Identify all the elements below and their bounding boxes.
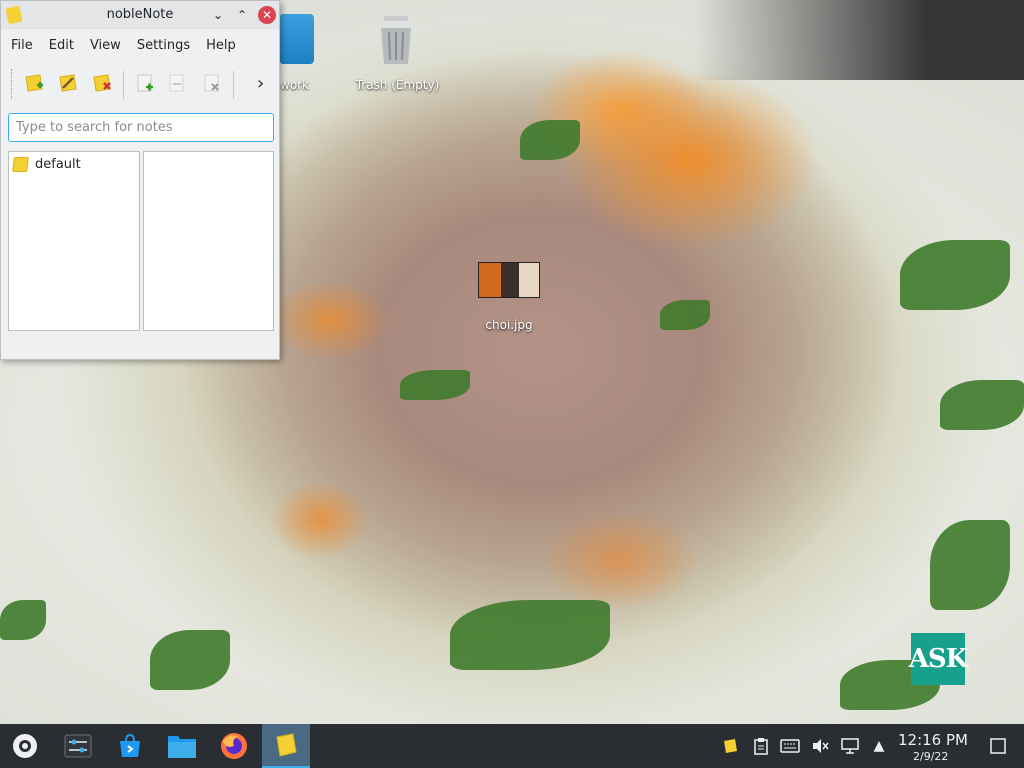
firefox-icon xyxy=(221,733,247,759)
clipboard-icon[interactable] xyxy=(751,736,771,756)
wallpaper-herb xyxy=(450,600,610,670)
wallpaper-herb xyxy=(940,380,1024,430)
trash-label[interactable]: Trash (Empty) xyxy=(350,78,445,92)
wallpaper-herb xyxy=(900,240,1010,310)
menu-edit[interactable]: Edit xyxy=(41,38,82,53)
noblenote-icon xyxy=(276,733,297,757)
menu-help[interactable]: Help xyxy=(198,38,244,53)
new-folder-button[interactable] xyxy=(22,71,46,95)
delete-note-button[interactable] xyxy=(200,71,224,95)
wallpaper-herb xyxy=(400,370,470,400)
rename-folder-icon xyxy=(59,74,77,92)
close-button[interactable]: ✕ xyxy=(258,6,276,24)
noblenote-tray-icon[interactable] xyxy=(720,736,740,756)
image-thumbnail-icon[interactable] xyxy=(478,262,540,298)
search-input[interactable]: Type to search for notes xyxy=(8,113,274,142)
minimize-button[interactable]: ⌄ xyxy=(209,6,227,24)
menu-bar: File Edit View Settings Help xyxy=(1,29,279,61)
wallpaper-herb xyxy=(520,120,580,160)
system-settings-icon xyxy=(64,734,92,758)
discover-store-button[interactable] xyxy=(112,728,148,764)
tray-expand-icon[interactable]: ▲ xyxy=(869,736,889,756)
menu-settings[interactable]: Settings xyxy=(129,38,198,53)
wallpaper-herb xyxy=(660,300,710,330)
work-folder-label[interactable]: work xyxy=(280,78,309,92)
toolbar-handle[interactable] xyxy=(11,69,13,99)
more-chevron-icon[interactable]: › xyxy=(257,73,264,94)
new-folder-icon xyxy=(25,74,43,92)
application-launcher-button[interactable] xyxy=(7,728,43,764)
keyboard-icon[interactable] xyxy=(780,736,800,756)
rename-note-button[interactable] xyxy=(165,71,189,95)
folder-icon xyxy=(12,157,29,172)
wallpaper-herb xyxy=(150,630,230,690)
menu-file[interactable]: File xyxy=(3,38,41,53)
menu-view[interactable]: View xyxy=(82,38,129,53)
chevron-up-icon: ⌃ xyxy=(236,8,248,22)
work-folder-icon[interactable] xyxy=(280,14,314,64)
noblenote-window: nobleNote ⌄ ⌃ ✕ File Edit View Settings … xyxy=(0,0,280,360)
volume-muted-icon[interactable] xyxy=(810,736,830,756)
folder-label: default xyxy=(35,157,81,172)
folder-list[interactable]: default xyxy=(8,151,140,331)
folder-item-default[interactable]: default xyxy=(9,152,139,177)
file-manager-icon xyxy=(168,736,196,758)
show-desktop-icon[interactable] xyxy=(988,736,1008,756)
taskbar: ▲ 12:16 PM 2/9/22 xyxy=(0,724,1024,768)
firefox-button[interactable] xyxy=(216,728,252,764)
image-file-label[interactable]: choi.jpg xyxy=(480,318,538,332)
trash-icon[interactable] xyxy=(372,12,420,68)
file-manager-button[interactable] xyxy=(164,728,200,764)
chevron-down-icon: ⌄ xyxy=(212,8,224,22)
new-note-icon xyxy=(137,74,153,92)
new-note-button[interactable] xyxy=(133,71,157,95)
title-bar[interactable]: nobleNote ⌄ ⌃ ✕ xyxy=(1,1,279,29)
network-icon[interactable] xyxy=(840,736,860,756)
rename-folder-button[interactable] xyxy=(56,71,80,95)
watermark-logo: ASK xyxy=(909,633,968,685)
wallpaper-shadow xyxy=(694,0,1024,80)
delete-folder-button[interactable] xyxy=(90,71,114,95)
discover-store-icon xyxy=(120,733,140,757)
maximize-button[interactable]: ⌃ xyxy=(233,6,251,24)
wallpaper-herb xyxy=(0,600,46,640)
delete-folder-icon xyxy=(93,74,111,92)
note-list[interactable] xyxy=(143,151,274,331)
clock-date[interactable]: 2/9/22 xyxy=(913,750,948,763)
clock-time[interactable]: 12:16 PM xyxy=(898,731,968,749)
wallpaper-herb xyxy=(930,520,1010,610)
system-settings-button[interactable] xyxy=(60,728,96,764)
toolbar-separator xyxy=(233,71,234,99)
noblenote-task-button[interactable] xyxy=(262,724,310,768)
toolbar: › xyxy=(1,61,279,105)
rename-note-icon xyxy=(169,74,184,92)
toolbar-separator xyxy=(123,71,124,99)
application-launcher-icon xyxy=(13,734,37,758)
delete-note-icon xyxy=(204,74,219,92)
close-icon: ✕ xyxy=(261,8,273,22)
